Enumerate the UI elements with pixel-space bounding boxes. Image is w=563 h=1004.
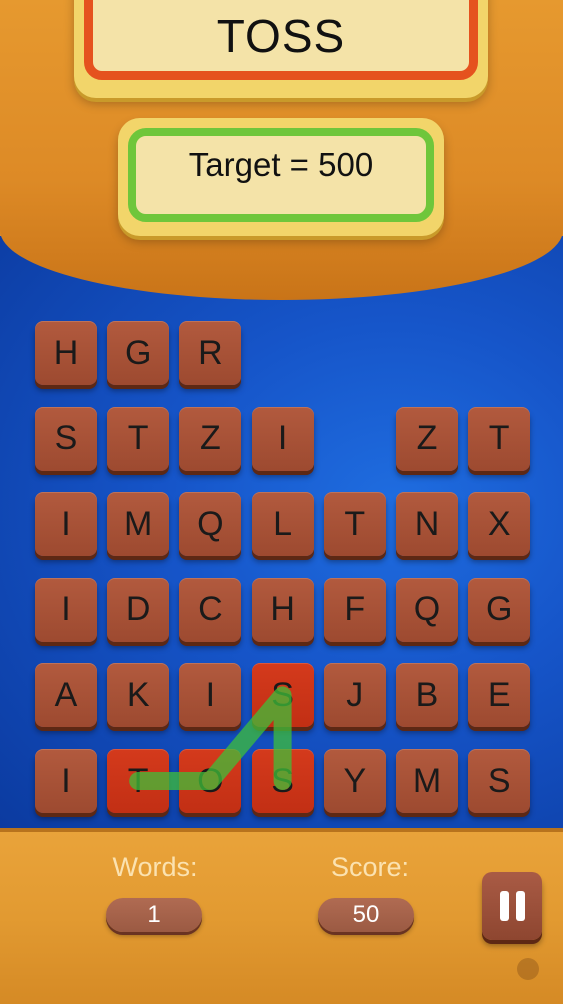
tile-letter: G [485,590,513,629]
tile-letter: O [197,761,224,800]
letter-tile[interactable]: B [396,663,458,728]
footer-bar: Words: 1 Score: 50 [0,828,563,1004]
words-label: Words: [112,852,198,882]
letter-tile[interactable]: Q [179,492,242,557]
letter-tile[interactable]: D [107,577,170,642]
tile-letter: Y [343,761,367,800]
tile-letter: T [127,419,149,458]
tile-letter: H [53,333,79,372]
letter-tile[interactable]: I [35,749,97,813]
letter-tile[interactable]: T [107,406,170,471]
score-count: 50 [318,898,414,932]
tile-letter: Z [200,419,221,458]
pause-button[interactable] [482,872,542,940]
letter-tile[interactable]: X [468,492,531,557]
letter-tile[interactable]: O [179,749,242,813]
tile-letter: B [415,675,439,714]
tile-letter: S [271,675,294,714]
tile-letter: C [198,590,223,629]
letter-tile[interactable]: M [396,749,458,813]
tile-letter: K [126,675,150,714]
letter-tile[interactable]: I [251,406,314,471]
letter-tile[interactable]: F [323,577,386,642]
letter-tile[interactable]: I [35,577,97,642]
letter-tile[interactable]: A [35,663,97,728]
tile-letter: A [54,675,78,714]
tile-letter: T [344,504,366,543]
tile-letter: I [61,590,71,629]
letter-tile[interactable]: J [323,663,386,728]
letter-tile[interactable]: Q [396,577,458,642]
letter-tile[interactable]: I [35,492,97,557]
tile-letter: M [412,761,442,800]
letter-tile[interactable]: G [107,321,170,385]
letter-tile[interactable]: C [179,577,242,642]
tile-letter: N [414,504,440,543]
score-label: Score: [330,852,410,882]
pause-icon [499,891,509,921]
tile-letter: E [487,675,511,714]
letter-tile[interactable]: K [107,663,170,728]
letter-tile[interactable]: N [396,492,458,557]
letter-tile[interactable]: Z [179,406,242,471]
tile-letter: Q [413,590,441,629]
tile-letter: M [124,504,153,543]
header-area: TOSS Target = 500 [0,0,563,300]
tile-letter: T [127,761,149,800]
corner-decoration [517,958,539,980]
tile-letter: H [270,590,295,629]
tile-letter: S [54,419,78,458]
tile-letter: X [487,504,511,543]
tile-letter: I [205,675,216,714]
tile-letter: S [487,761,511,800]
letter-tile[interactable]: S [251,749,314,813]
current-word-panel: TOSS [74,0,488,98]
tile-letter: G [124,333,152,372]
letter-tile[interactable]: L [251,492,314,557]
words-count: 1 [106,898,202,932]
letter-tile[interactable]: T [468,406,531,471]
tile-letter: L [273,504,293,543]
words-value: 1 [147,901,161,928]
letter-tile[interactable]: T [107,749,170,813]
letter-tile[interactable]: S [468,749,531,813]
letter-tile[interactable]: R [179,321,242,385]
current-word: TOSS [216,10,346,62]
letter-tile[interactable]: M [107,492,170,557]
tile-letter: Q [197,504,224,543]
letter-tile[interactable]: G [468,577,531,642]
tile-letter: J [346,675,364,714]
tile-letter: S [271,761,294,800]
tile-letter: I [61,761,71,800]
tile-letter: I [277,419,288,458]
letter-tile[interactable]: I [179,663,242,728]
score-value: 50 [352,901,380,928]
target-panel: Target = 500 [118,118,444,236]
letter-tile[interactable]: S [35,406,97,471]
tile-letter: F [344,590,366,629]
tile-letter: D [125,590,151,629]
letter-tile[interactable]: E [468,663,531,728]
letter-tile[interactable]: H [251,577,314,642]
letter-tile[interactable]: T [323,492,386,557]
letter-tile[interactable]: Y [323,749,386,813]
tile-letter: I [61,504,71,543]
tile-letter: R [198,333,223,372]
letter-tile[interactable]: H [35,321,97,385]
letter-tile[interactable]: S [251,663,314,728]
tile-letter: T [488,419,510,458]
letter-tile[interactable]: Z [396,406,458,471]
target-score: Target = 500 [188,146,374,183]
tile-letter: Z [416,419,438,458]
